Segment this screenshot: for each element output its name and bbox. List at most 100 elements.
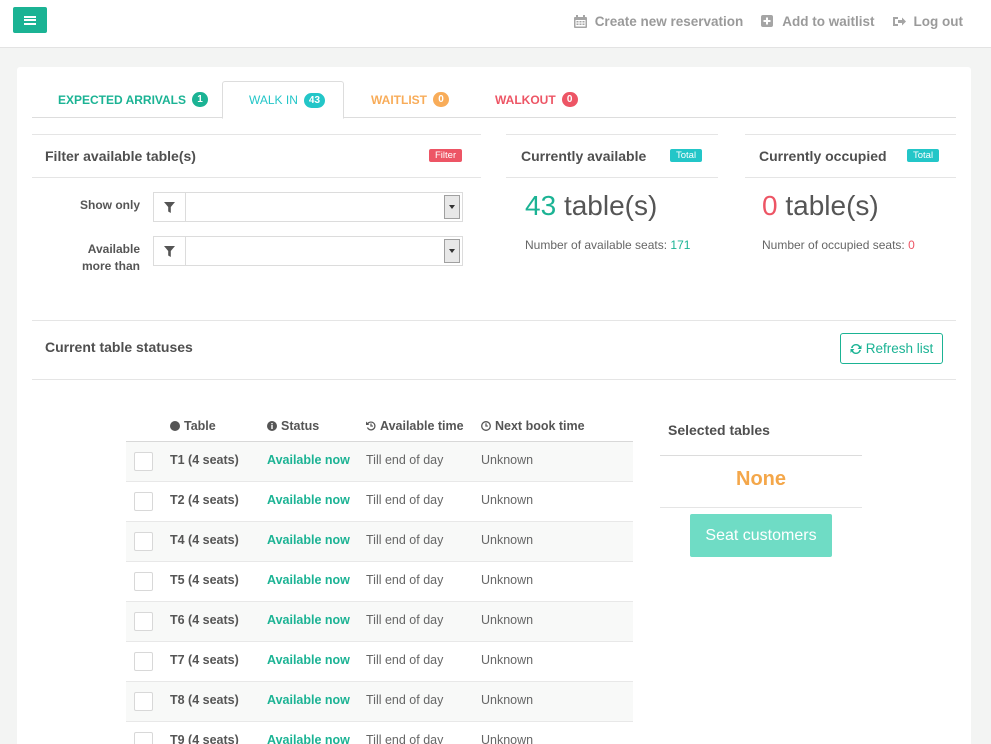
table-status: Available now bbox=[267, 733, 350, 744]
info-circle-icon bbox=[267, 421, 277, 431]
divider bbox=[506, 134, 718, 135]
selected-tables-title: Selected tables bbox=[668, 422, 770, 438]
filter-tag: Filter bbox=[429, 149, 463, 162]
table-next-book-time: Unknown bbox=[481, 733, 534, 744]
table-row: T6 (4 seats) Available now Till end of d… bbox=[126, 602, 633, 642]
occupied-count-unit: table(s) bbox=[785, 190, 879, 221]
calendar-icon bbox=[573, 14, 587, 28]
log-out-link[interactable]: Log out bbox=[892, 12, 963, 30]
occupied-total-tag: Total bbox=[907, 149, 940, 162]
divider bbox=[32, 177, 481, 178]
table-row: T1 (4 seats) Available now Till end of d… bbox=[126, 442, 633, 482]
tab-walkout[interactable]: WALKOUT 0 bbox=[495, 81, 578, 118]
header-status-label: Status bbox=[281, 419, 320, 433]
available-count-number: 43 bbox=[525, 190, 557, 221]
occupied-count-number: 0 bbox=[762, 190, 778, 221]
tab-walkout-label: WALKOUT bbox=[495, 92, 556, 107]
available-label-line2: more than bbox=[81, 259, 140, 273]
divider bbox=[745, 177, 956, 178]
table-status: Available now bbox=[267, 453, 350, 467]
chevron-down-icon[interactable] bbox=[444, 239, 460, 263]
table-available-time: Till end of day bbox=[366, 573, 444, 587]
table-available-time: Till end of day bbox=[366, 453, 444, 467]
tab-walkout-count: 0 bbox=[561, 92, 578, 107]
show-only-select[interactable] bbox=[153, 192, 463, 222]
tab-walk-in-label: WALK IN bbox=[249, 93, 298, 107]
circle-icon bbox=[170, 421, 180, 431]
refresh-icon bbox=[850, 343, 862, 354]
tab-walk-in[interactable]: WALK IN 43 bbox=[222, 81, 345, 119]
table-row: T5 (4 seats) Available now Till end of d… bbox=[126, 562, 633, 602]
header-next-book-time-label: Next book time bbox=[495, 419, 585, 433]
row-checkbox[interactable] bbox=[134, 532, 153, 551]
table-next-book-time: Unknown bbox=[481, 693, 534, 707]
table-row: T9 (4 seats) Available now Till end of d… bbox=[126, 722, 633, 744]
filter-title: Filter available table(s) bbox=[45, 148, 196, 164]
available-seats-line: Number of available seats: 171 bbox=[525, 238, 690, 252]
row-checkbox[interactable] bbox=[134, 732, 153, 744]
seat-customers-button[interactable]: Seat customers bbox=[690, 514, 832, 557]
occupied-seats-line: Number of occupied seats: 0 bbox=[762, 238, 915, 252]
row-checkbox[interactable] bbox=[134, 652, 153, 671]
table-row: T2 (4 seats) Available now Till end of d… bbox=[126, 482, 633, 522]
available-total-tag: Total bbox=[670, 149, 703, 162]
show-only-value bbox=[186, 193, 442, 221]
tab-waitlist[interactable]: WAITLIST 0 bbox=[371, 81, 449, 118]
divider bbox=[506, 177, 718, 178]
available-count-unit: table(s) bbox=[563, 190, 658, 221]
create-reservation-label: Create new reservation bbox=[594, 13, 744, 29]
statuses-title: Current table statuses bbox=[45, 339, 193, 355]
table-available-time: Till end of day bbox=[366, 733, 444, 744]
top-navbar: Create new reservation Add to waitlist L… bbox=[0, 0, 991, 48]
row-checkbox[interactable] bbox=[134, 692, 153, 711]
refresh-list-button[interactable]: Refresh list bbox=[840, 333, 943, 364]
tab-expected-arrivals[interactable]: EXPECTED ARRIVALS 1 bbox=[58, 81, 209, 118]
table-name: T9 (4 seats) bbox=[170, 733, 239, 744]
occupied-seats-value: 0 bbox=[908, 238, 915, 252]
table-next-book-time: Unknown bbox=[481, 533, 534, 547]
tab-waitlist-label: WAITLIST bbox=[371, 92, 427, 107]
create-reservation-link[interactable]: Create new reservation bbox=[573, 12, 744, 30]
available-seats-label: Number of available seats: bbox=[525, 238, 668, 252]
tab-expected-arrivals-label: EXPECTED ARRIVALS bbox=[58, 92, 187, 107]
row-checkbox[interactable] bbox=[134, 452, 153, 471]
refresh-list-label: Refresh list bbox=[865, 341, 934, 356]
tab-waitlist-count: 0 bbox=[433, 92, 449, 107]
top-links: Create new reservation Add to waitlist L… bbox=[573, 12, 963, 30]
menu-toggle-button[interactable] bbox=[13, 7, 47, 33]
available-more-than-value bbox=[186, 237, 442, 265]
table-name: T1 (4 seats) bbox=[170, 453, 239, 467]
divider bbox=[32, 134, 481, 135]
table-next-book-time: Unknown bbox=[481, 613, 534, 627]
available-label-line1: Available bbox=[87, 242, 140, 256]
table-status: Available now bbox=[267, 693, 350, 707]
occupied-title: Currently occupied bbox=[759, 148, 887, 164]
available-seats-value: 171 bbox=[670, 238, 691, 252]
header-table: Table bbox=[170, 419, 216, 433]
table-available-time: Till end of day bbox=[366, 653, 444, 667]
hamburger-icon bbox=[24, 15, 36, 25]
table-name: T2 (4 seats) bbox=[170, 493, 239, 507]
row-checkbox[interactable] bbox=[134, 492, 153, 511]
table-name: T7 (4 seats) bbox=[170, 653, 239, 667]
table-status: Available now bbox=[267, 493, 350, 507]
table-status: Available now bbox=[267, 533, 350, 547]
table-available-time: Till end of day bbox=[366, 493, 444, 507]
tab-walk-in-count: 43 bbox=[303, 92, 326, 108]
available-more-than-label: Available more than bbox=[69, 241, 140, 275]
occupied-seats-label: Number of occupied seats: bbox=[762, 238, 905, 252]
table-available-time: Till end of day bbox=[366, 693, 444, 707]
filter-icon bbox=[154, 237, 186, 265]
row-checkbox[interactable] bbox=[134, 572, 153, 591]
header-status: Status bbox=[267, 419, 319, 433]
main-panel: EXPECTED ARRIVALS 1 WALK IN 43 WAITLIST … bbox=[17, 67, 971, 744]
table-next-book-time: Unknown bbox=[481, 493, 534, 507]
row-checkbox[interactable] bbox=[134, 612, 153, 631]
chevron-down-icon[interactable] bbox=[444, 195, 460, 219]
available-more-than-select[interactable] bbox=[153, 236, 463, 266]
clock-icon bbox=[481, 421, 491, 431]
log-out-label: Log out bbox=[913, 13, 963, 29]
table-row: T7 (4 seats) Available now Till end of d… bbox=[126, 642, 633, 682]
add-to-waitlist-link[interactable]: Add to waitlist bbox=[761, 12, 875, 30]
available-title: Currently available bbox=[521, 148, 647, 164]
